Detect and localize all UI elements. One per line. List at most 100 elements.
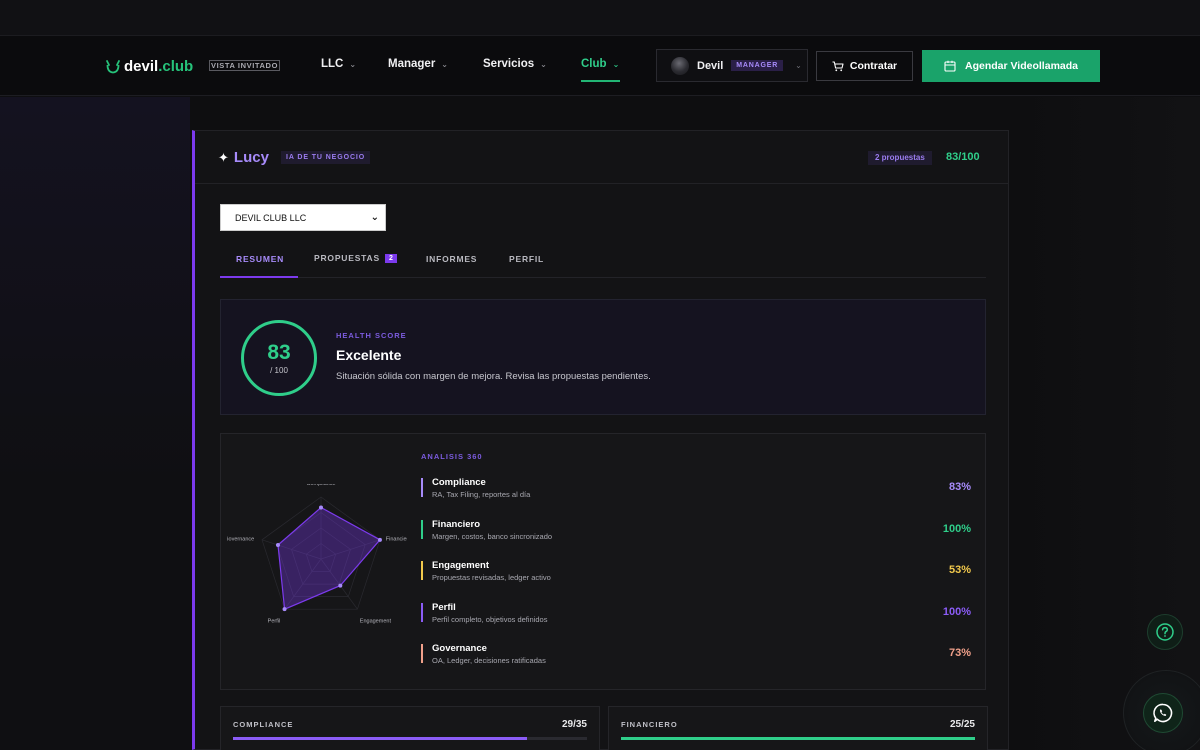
- calendar-icon: [944, 60, 956, 72]
- help-icon: [1156, 623, 1174, 641]
- subscore-fill: [621, 737, 975, 740]
- metric-name: Perfil: [432, 601, 456, 613]
- nav-item-llc[interactable]: LLC ⌄: [321, 58, 356, 70]
- health-score-ring: 83 / 100: [241, 320, 317, 396]
- cart-icon: [832, 60, 844, 71]
- metric-name: Governance: [432, 643, 487, 655]
- avatar: [671, 56, 689, 75]
- help-button[interactable]: [1147, 614, 1183, 650]
- video-call-label: Agendar Videollamada: [964, 60, 1078, 72]
- chevron-down-icon: ⌄: [349, 59, 357, 69]
- subscore-financiero: FINANCIERO 25/25: [608, 706, 988, 750]
- radar-label-engagement: Engagement: [360, 618, 392, 624]
- radar-label-perfil: Perfil: [268, 618, 281, 624]
- radar-label-compliance: Compliance: [306, 484, 335, 487]
- nav-item-label: Manager: [388, 58, 436, 70]
- radar-data-area: [277, 506, 381, 611]
- sparkle-icon: ✦: [218, 149, 229, 165]
- radar-point-engagement: [338, 583, 343, 588]
- metric-description: Margen, costos, banco sincronizado: [432, 531, 553, 541]
- brand-logo[interactable]: devil .club: [105, 58, 193, 75]
- subscore-value: 25/25: [949, 719, 975, 730]
- chevron-down-icon: ⌄: [441, 59, 448, 69]
- nav-active-indicator: [581, 80, 620, 82]
- metric-color-bar: [421, 478, 423, 497]
- metric-row-financiero: Financiero Margen, costos, banco sincroni…: [421, 517, 971, 541]
- metric-color-bar: [421, 602, 423, 622]
- tab-bar: RESUMEN PROPUESTAS 2 INFORMES PERFIL: [220, 238, 986, 278]
- tab-informes[interactable]: INFORMES: [426, 254, 477, 264]
- health-score-label: HEALTH SCORE: [336, 331, 407, 340]
- nav-item-servicios[interactable]: Servicios ⌄: [483, 58, 547, 70]
- metric-value: 73%: [948, 647, 971, 660]
- radar-point-governance: [275, 543, 280, 548]
- radar-chart: Compliance Financiero Engagement Perfil Gove…: [227, 484, 407, 624]
- metric-value: 100%: [942, 605, 971, 618]
- radar-point-financiero: [377, 537, 382, 542]
- metric-name: Financiero: [432, 518, 481, 530]
- tab-label: RESUMEN: [236, 254, 285, 264]
- chevron-down-icon: ⌄: [540, 59, 547, 69]
- nav-item-club[interactable]: Club ⌄: [581, 58, 619, 70]
- background-right: [1010, 97, 1200, 750]
- analysis-label: ANALISIS 360: [421, 452, 483, 461]
- proposals-badge[interactable]: 2 propuestas: [868, 151, 932, 165]
- nav-item-label: LLC: [321, 58, 344, 70]
- nav-item-manager[interactable]: Manager ⌄: [388, 58, 448, 70]
- top-strip: [0, 0, 1200, 36]
- metric-name: Engagement: [432, 560, 490, 572]
- lucy-title: ✦ Lucy: [218, 149, 269, 166]
- metric-description: Propuestas revisadas, ledger activo: [432, 573, 551, 583]
- chevron-down-icon: ⌄: [795, 61, 802, 70]
- metric-row-governance: Governance OA, Ledger, decisiones ratific…: [421, 641, 971, 665]
- tab-label: PROPUESTAS: [314, 253, 380, 263]
- analysis-360-panel: Compliance Financiero Engagement Perfil Gove…: [220, 433, 986, 690]
- contratar-label: Contratar: [849, 60, 898, 72]
- tab-active-indicator: [220, 276, 298, 278]
- user-menu[interactable]: Devil MANAGER ⌄: [656, 49, 808, 82]
- metric-value: 53%: [948, 564, 971, 577]
- subscore-track: [621, 737, 975, 740]
- health-score-description: Situación sólida con margen de mejora. R…: [336, 371, 651, 382]
- schedule-video-call-button[interactable]: Agendar Videollamada: [922, 50, 1100, 82]
- metric-description: RA, Tax Filing, reportes al día: [432, 490, 531, 499]
- metric-value: 100%: [942, 522, 971, 535]
- subscore-label: COMPLIANCE: [233, 720, 294, 729]
- tab-propuestas[interactable]: PROPUESTAS 2: [314, 253, 397, 263]
- header-score: 83/100: [946, 151, 980, 163]
- ia-badge: IA DE TU NEGOCIO: [281, 151, 371, 164]
- metric-name: Compliance: [432, 477, 486, 488]
- subscore-label: FINANCIERO: [621, 720, 678, 729]
- brand-name-suffix: .club: [158, 58, 194, 75]
- whatsapp-button[interactable]: [1143, 693, 1183, 733]
- health-score-title: Excelente: [336, 347, 402, 363]
- nav-item-label: Servicios: [483, 58, 535, 70]
- health-score-value: 83: [267, 340, 291, 364]
- subscore-fill: [233, 737, 527, 740]
- guest-view-badge: VISTA INVITADO: [209, 60, 281, 71]
- radar-label-financiero: Financiero: [386, 537, 407, 543]
- radar-point-perfil: [282, 607, 287, 612]
- user-name: Devil: [697, 59, 724, 72]
- radar-point-compliance: [319, 505, 323, 510]
- role-badge: MANAGER: [731, 60, 784, 71]
- card-header: ✦ Lucy IA DE TU NEGOCIO 2 propuestas 83/…: [195, 131, 1009, 184]
- metric-color-bar: [421, 644, 423, 664]
- subscore-value: 29/35: [561, 719, 587, 730]
- tab-count-badge: 2: [384, 253, 397, 263]
- tab-resumen[interactable]: RESUMEN: [236, 254, 284, 264]
- contratar-button[interactable]: Contratar: [816, 51, 913, 81]
- company-select-value: DEVIL CLUB LLC: [235, 212, 307, 223]
- metric-row-compliance: Compliance RA, Tax Filing, reportes al dí…: [421, 475, 971, 499]
- devil-logo-icon: [106, 59, 120, 73]
- health-score-max: / 100: [270, 365, 288, 375]
- subscore-compliance: COMPLIANCE 29/35: [220, 706, 600, 750]
- tab-label: INFORMES: [426, 254, 478, 264]
- background-left: [0, 97, 190, 750]
- lucy-card: ✦ Lucy IA DE TU NEGOCIO 2 propuestas 83/…: [192, 130, 1009, 750]
- chevron-down-icon: ⌄: [612, 59, 620, 69]
- metric-color-bar: [421, 519, 423, 539]
- tab-perfil[interactable]: PERFIL: [509, 254, 544, 264]
- company-select[interactable]: DEVIL CLUB LLC ⌄: [220, 204, 386, 231]
- metric-row-perfil: Perfil Perfil completo, objetivos definid…: [421, 600, 971, 624]
